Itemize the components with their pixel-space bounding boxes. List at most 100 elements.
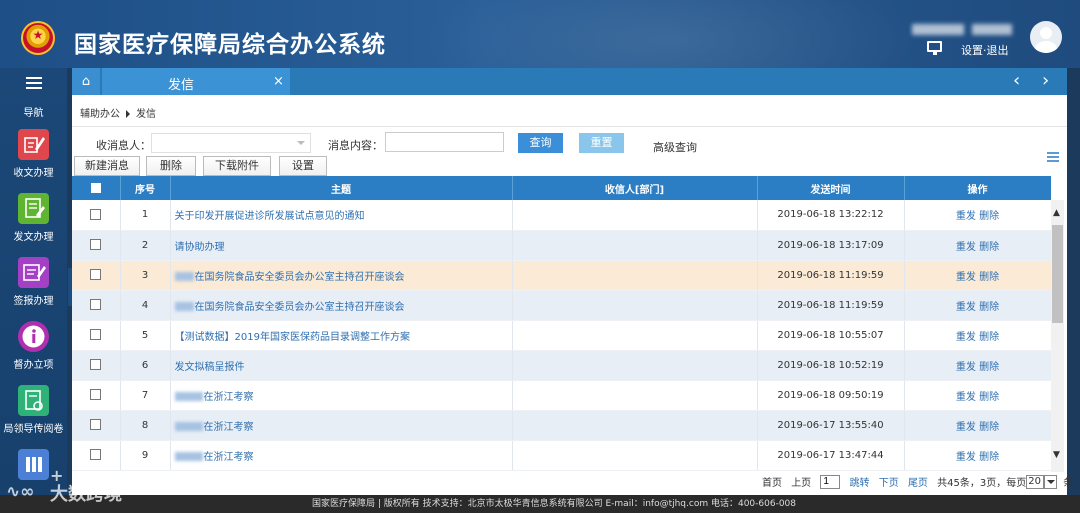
- row-subject[interactable]: 在国务院食品安全委员会办公室主持召开座谈会: [195, 272, 405, 283]
- new-message-button[interactable]: 新建消息: [74, 156, 140, 176]
- page-number-input[interactable]: [820, 474, 841, 489]
- next-page-link[interactable]: 下页: [879, 474, 899, 489]
- tab-next-icon[interactable]: ›: [1042, 70, 1049, 91]
- table-row[interactable]: 4 在国务院食品安全委员会办公室主持召开座谈会 2019-06-18 11:19:5…: [72, 290, 1051, 321]
- resend-link[interactable]: 重发: [956, 452, 976, 463]
- row-subject[interactable]: 请协助办理: [175, 242, 225, 253]
- table-row[interactable]: 5 【测试数据】2019年国家医保药品目录调整工作方案 2019-06-18 10:…: [72, 320, 1051, 351]
- chevron-down-icon[interactable]: [1044, 474, 1058, 489]
- table-row[interactable]: 3 在国务院食品安全委员会办公室主持召开座谈会 2019-06-18 11:19:5…: [72, 260, 1051, 291]
- row-subject-cell[interactable]: 请协助办理: [170, 230, 513, 261]
- tab-prev-icon[interactable]: ‹: [1013, 70, 1020, 91]
- delete-link[interactable]: 删除: [979, 211, 999, 222]
- row-subject[interactable]: 关于印发开展促进诊所发展试点意见的通知: [175, 211, 365, 222]
- column-header[interactable]: 收信人[部门]: [512, 176, 758, 200]
- table-row[interactable]: 6 发文拟稿呈报件 2019-06-18 10:52:19 重发 删除: [72, 350, 1051, 381]
- last-page-link[interactable]: 尾页: [908, 474, 928, 489]
- sidebar-item-leader-circulation[interactable]: 局领导传阅卷: [0, 385, 67, 447]
- column-menu-icon[interactable]: [1047, 152, 1059, 162]
- resend-link[interactable]: 重发: [956, 422, 976, 433]
- resend-link[interactable]: 重发: [956, 211, 976, 222]
- download-attachment-button[interactable]: 下载附件: [203, 156, 271, 176]
- row-subject-cell[interactable]: 在浙江考察: [170, 440, 513, 471]
- query-button[interactable]: 查询: [518, 133, 563, 153]
- resend-link[interactable]: 重发: [956, 272, 976, 283]
- delete-link[interactable]: 删除: [979, 272, 999, 283]
- table-row[interactable]: 7 在浙江考察 2019-06-18 09:50:19 重发 删除: [72, 380, 1051, 411]
- column-header[interactable]: 序号: [120, 176, 171, 200]
- row-subject-cell[interactable]: 在国务院食品安全委员会办公室主持召开座谈会: [170, 260, 513, 291]
- row-subject-cell[interactable]: 在浙江考察: [170, 410, 513, 441]
- resend-link[interactable]: 重发: [956, 362, 976, 373]
- page-size-select[interactable]: 20: [1026, 474, 1045, 489]
- row-subject[interactable]: 【测试数据】2019年国家医保药品目录调整工作方案: [175, 332, 410, 343]
- column-header[interactable]: 发送时间: [757, 176, 905, 200]
- resend-link[interactable]: 重发: [956, 332, 976, 343]
- select-all-checkbox[interactable]: [72, 176, 121, 200]
- row-subject[interactable]: 在浙江考察: [204, 452, 254, 463]
- prev-page-link[interactable]: 上页: [791, 474, 811, 489]
- row-subject[interactable]: 发文拟稿呈报件: [175, 362, 245, 373]
- nav-label: 导航: [23, 108, 44, 119]
- scroll-down-icon[interactable]: ▼: [1053, 450, 1060, 460]
- row-checkbox[interactable]: [72, 260, 121, 291]
- first-page-link[interactable]: 首页: [762, 474, 782, 489]
- tab-send-message[interactable]: 发信 ×: [102, 68, 290, 95]
- row-subject-cell[interactable]: 关于印发开展促进诊所发展试点意见的通知: [170, 200, 513, 231]
- table-row[interactable]: 8 在浙江考察 2019-06-17 13:55:40 重发 删除: [72, 410, 1051, 441]
- sidebar-item-receive-docs[interactable]: 收文办理: [0, 129, 67, 191]
- resend-link[interactable]: 重发: [956, 242, 976, 253]
- table-scrollbar[interactable]: ▲ ▼: [1051, 200, 1064, 472]
- delete-link[interactable]: 删除: [979, 452, 999, 463]
- delete-link[interactable]: 删除: [979, 422, 999, 433]
- resend-link[interactable]: 重发: [956, 302, 976, 313]
- jump-link[interactable]: 跳转: [850, 474, 870, 489]
- row-subject-cell[interactable]: 【测试数据】2019年国家医保药品目录调整工作方案: [170, 320, 513, 351]
- avatar[interactable]: [1030, 21, 1062, 53]
- row-subject-cell[interactable]: 在国务院食品安全委员会办公室主持召开座谈会: [170, 290, 513, 321]
- settings-logout-link[interactable]: 设置·退出: [961, 42, 1009, 58]
- resend-link[interactable]: 重发: [956, 392, 976, 403]
- row-checkbox[interactable]: [72, 380, 121, 411]
- row-checkbox[interactable]: [72, 200, 121, 231]
- breadcrumb-parent[interactable]: 辅助办公: [80, 109, 120, 120]
- row-subject-cell[interactable]: 在浙江考察: [170, 380, 513, 411]
- delete-button[interactable]: 删除: [146, 156, 196, 176]
- close-icon[interactable]: ×: [273, 74, 284, 89]
- row-subject[interactable]: 在浙江考察: [204, 422, 254, 433]
- sidebar-item-sign-report[interactable]: 签报办理: [0, 257, 67, 319]
- row-subject[interactable]: 在浙江考察: [204, 392, 254, 403]
- row-checkbox[interactable]: [72, 350, 121, 381]
- table-row[interactable]: 9 在浙江考察 2019-06-17 13:47:44 重发 删除: [72, 440, 1051, 471]
- nav-toggle-button[interactable]: 导航: [0, 68, 67, 123]
- delete-link[interactable]: 删除: [979, 392, 999, 403]
- row-checkbox[interactable]: [72, 230, 121, 261]
- row-subject[interactable]: 在国务院食品安全委员会办公室主持召开座谈会: [195, 302, 405, 313]
- row-checkbox[interactable]: [72, 290, 121, 321]
- scrollbar-thumb[interactable]: [1052, 225, 1063, 323]
- scroll-up-icon[interactable]: ▲: [1053, 208, 1060, 218]
- sidebar-item-send-docs[interactable]: 发文办理: [0, 193, 67, 255]
- settings-button[interactable]: 设置: [279, 156, 327, 176]
- row-checkbox[interactable]: [72, 410, 121, 441]
- column-header[interactable]: 操作: [904, 176, 1051, 200]
- column-header[interactable]: 主题: [170, 176, 513, 200]
- message-icon[interactable]: [927, 41, 942, 55]
- delete-link[interactable]: 删除: [979, 242, 999, 253]
- row-checkbox[interactable]: [72, 440, 121, 471]
- row-recipient: [512, 410, 758, 441]
- row-subject-cell[interactable]: 发文拟稿呈报件: [170, 350, 513, 381]
- home-tab[interactable]: ⌂: [72, 68, 100, 95]
- receiver-select[interactable]: [151, 133, 311, 153]
- checkbox-icon: [90, 269, 102, 281]
- table-row[interactable]: 1 关于印发开展促进诊所发展试点意见的通知 2019-06-18 13:22:12 重…: [72, 200, 1051, 231]
- row-checkbox[interactable]: [72, 320, 121, 351]
- delete-link[interactable]: 删除: [979, 362, 999, 373]
- content-input[interactable]: [385, 132, 504, 152]
- delete-link[interactable]: 删除: [979, 332, 999, 343]
- advanced-query-link[interactable]: 高级查询: [653, 139, 697, 155]
- table-row[interactable]: 2 请协助办理 2019-06-18 13:17:09 重发 删除: [72, 230, 1051, 261]
- delete-link[interactable]: 删除: [979, 302, 999, 313]
- reset-button[interactable]: 重置: [579, 133, 624, 153]
- sidebar-item-supervision[interactable]: 督办立项: [0, 321, 67, 383]
